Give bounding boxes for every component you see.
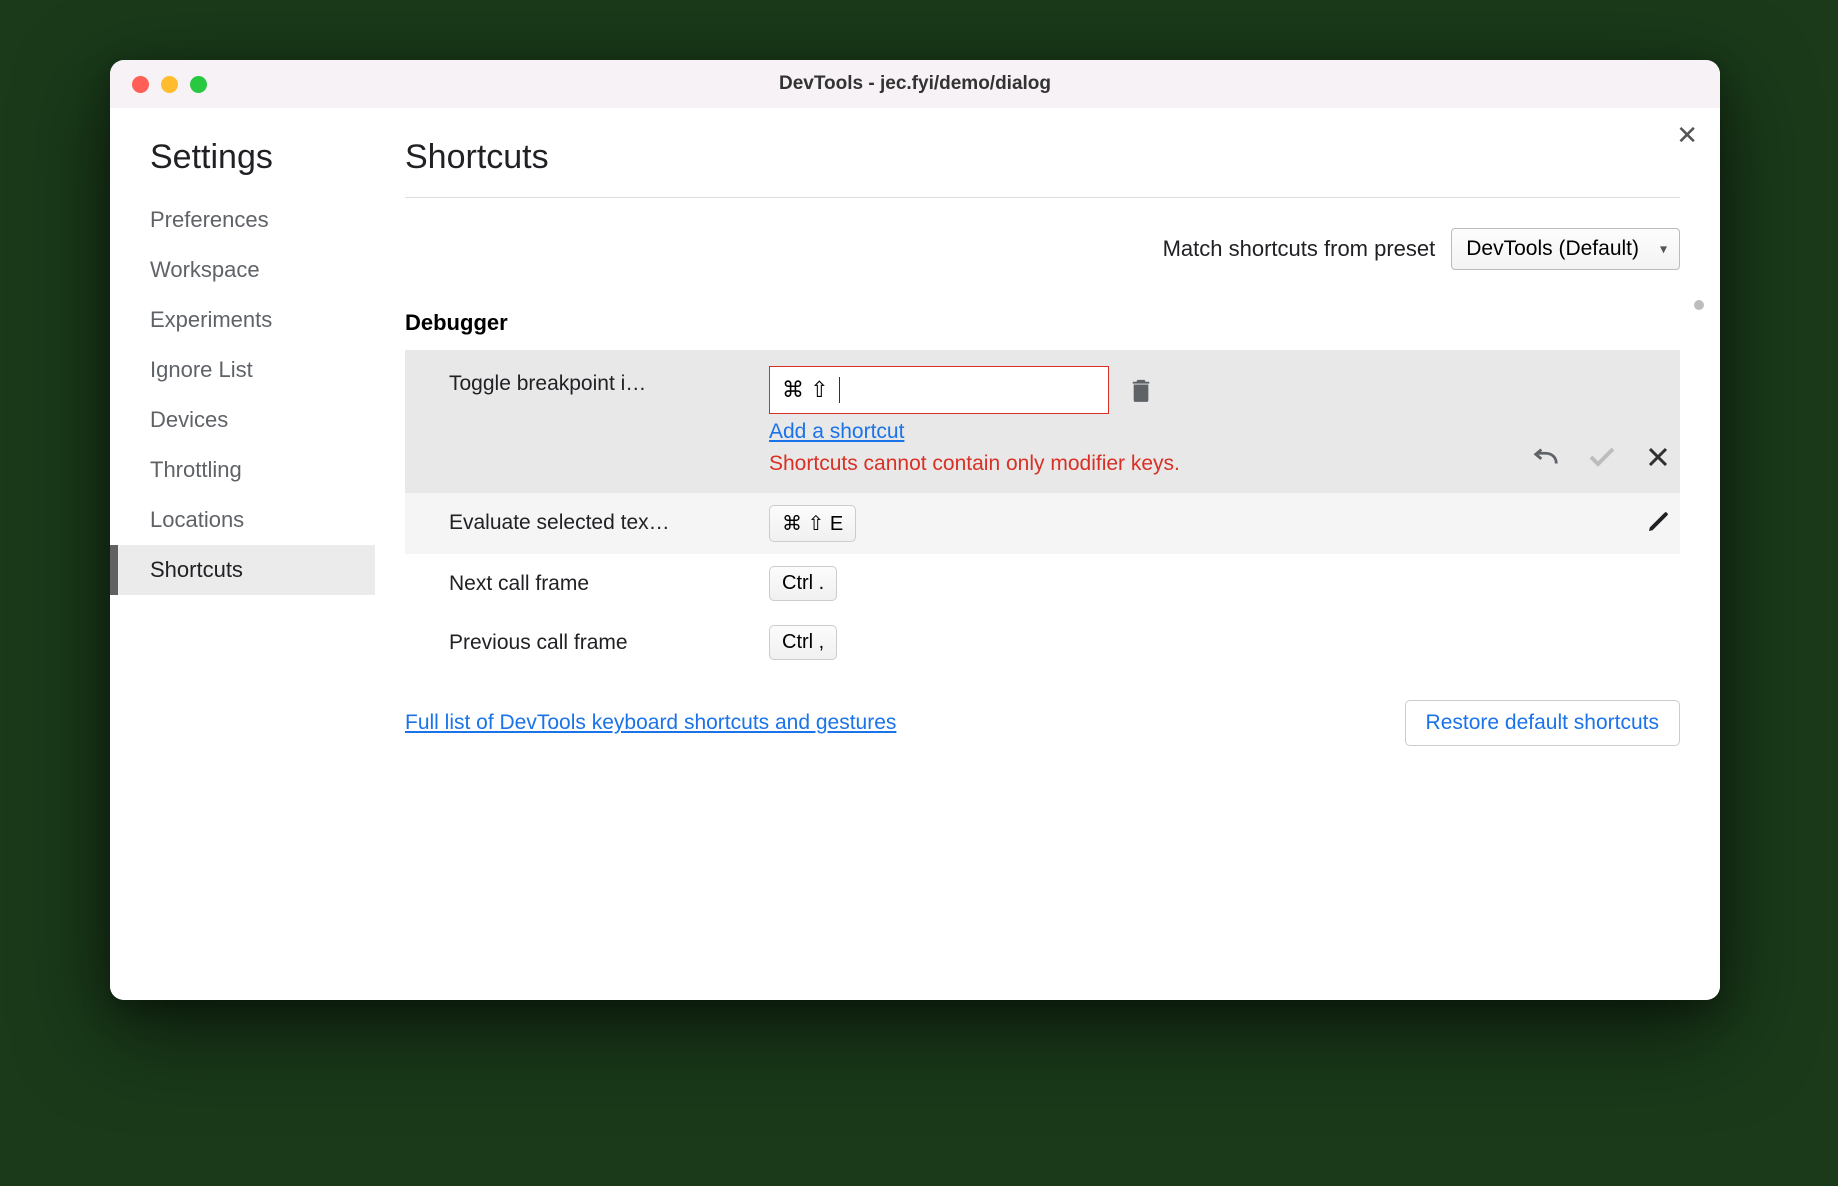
main-content: Shortcuts Match shortcuts from preset De…: [375, 108, 1720, 1000]
shortcut-label: Toggle breakpoint i…: [449, 366, 769, 396]
add-shortcut-link[interactable]: Add a shortcut: [769, 420, 1532, 444]
sidebar-item-locations[interactable]: Locations: [110, 495, 375, 545]
window-minimize-button[interactable]: [161, 76, 178, 93]
shortcut-input-keys: ⌘ ⇧: [782, 377, 829, 403]
text-caret: [839, 377, 840, 403]
sidebar: Settings Preferences Workspace Experimen…: [110, 108, 375, 1000]
page-title: Shortcuts: [405, 138, 1680, 198]
trash-icon[interactable]: [1127, 376, 1155, 404]
scrollbar-thumb[interactable]: [1694, 300, 1704, 310]
shortcuts-list: Debugger Toggle breakpoint i… ⌘ ⇧: [405, 298, 1680, 672]
settings-panel: ✕ Settings Preferences Workspace Experim…: [110, 108, 1720, 1000]
restore-defaults-button[interactable]: Restore default shortcuts: [1405, 700, 1680, 746]
sidebar-item-devices[interactable]: Devices: [110, 395, 375, 445]
edit-actions: [1532, 443, 1680, 477]
full-list-link[interactable]: Full list of DevTools keyboard shortcuts…: [405, 711, 896, 735]
preset-select[interactable]: DevTools (Default): [1451, 228, 1680, 270]
sidebar-item-shortcuts[interactable]: Shortcuts: [110, 545, 375, 595]
titlebar: DevTools - jec.fyi/demo/dialog: [110, 60, 1720, 108]
sidebar-item-experiments[interactable]: Experiments: [110, 295, 375, 345]
preset-row: Match shortcuts from preset DevTools (De…: [405, 198, 1680, 298]
shortcut-row: Next call frame Ctrl .: [405, 554, 1680, 613]
preset-select-value: DevTools (Default): [1466, 237, 1639, 260]
shortcut-label: Evaluate selected tex…: [449, 505, 769, 535]
shortcut-input[interactable]: ⌘ ⇧: [769, 366, 1109, 414]
shortcut-keys: Ctrl ,: [769, 625, 837, 660]
shortcut-label: Next call frame: [449, 566, 769, 596]
shortcut-label: Previous call frame: [449, 625, 769, 655]
shortcut-keys: Ctrl .: [769, 566, 837, 601]
devtools-window: DevTools - jec.fyi/demo/dialog ✕ Setting…: [110, 60, 1720, 1000]
pencil-icon[interactable]: [1644, 508, 1672, 536]
preset-label: Match shortcuts from preset: [1163, 236, 1436, 262]
section-header-debugger: Debugger: [405, 298, 1680, 350]
sidebar-title: Settings: [110, 138, 375, 195]
shortcut-row: Evaluate selected tex… ⌘ ⇧ E: [405, 493, 1680, 554]
traffic-lights: [132, 76, 207, 93]
sidebar-item-preferences[interactable]: Preferences: [110, 195, 375, 245]
shortcut-edit-area: ⌘ ⇧ Add a shortcut Shortcuts cannot cont…: [769, 366, 1532, 477]
shortcut-error-message: Shortcuts cannot contain only modifier k…: [769, 450, 1229, 477]
sidebar-item-ignore-list[interactable]: Ignore List: [110, 345, 375, 395]
footer: Full list of DevTools keyboard shortcuts…: [405, 672, 1680, 756]
window-maximize-button[interactable]: [190, 76, 207, 93]
cancel-icon[interactable]: [1644, 443, 1672, 471]
sidebar-item-workspace[interactable]: Workspace: [110, 245, 375, 295]
undo-icon[interactable]: [1532, 443, 1560, 471]
shortcut-keys: ⌘ ⇧ E: [769, 505, 856, 542]
check-icon: [1588, 443, 1616, 471]
window-close-button[interactable]: [132, 76, 149, 93]
window-title: DevTools - jec.fyi/demo/dialog: [110, 73, 1720, 95]
shortcut-row-editing: Toggle breakpoint i… ⌘ ⇧ Add a shortcut: [405, 350, 1680, 493]
shortcut-row: Previous call frame Ctrl ,: [405, 613, 1680, 672]
sidebar-item-throttling[interactable]: Throttling: [110, 445, 375, 495]
